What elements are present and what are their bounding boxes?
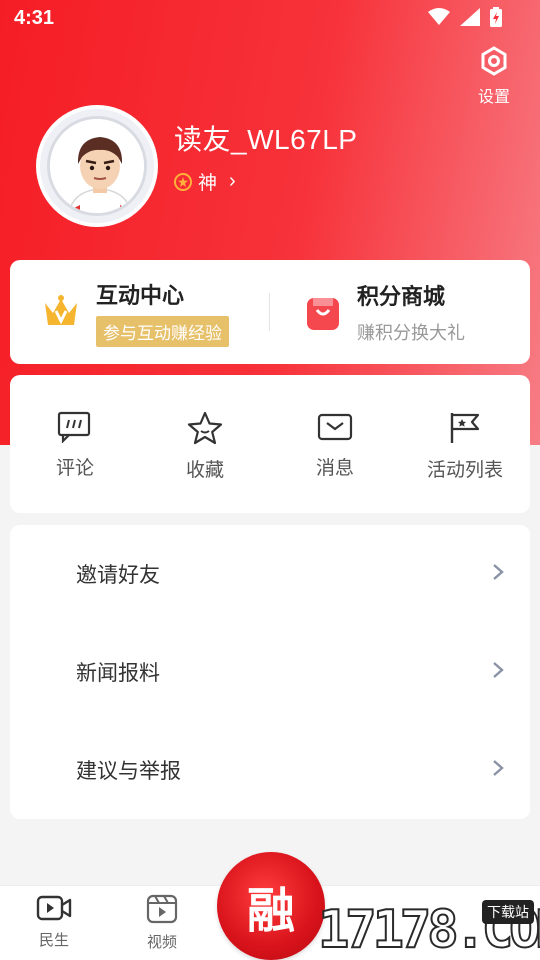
- wifi-icon: [428, 8, 450, 25]
- shopping-bag-icon: [307, 298, 339, 330]
- shortcut-activities[interactable]: 活动列表: [400, 375, 530, 513]
- quick-cards: 互动中心 参与互动赚经验 积分商城 赚积分换大礼: [10, 260, 530, 364]
- mail-icon: [317, 413, 353, 441]
- status-time: 4:31: [14, 7, 55, 29]
- menu-item-label: 新闻报料: [76, 662, 160, 685]
- menu-item-invite-friends[interactable]: 邀请好友: [10, 525, 530, 623]
- shortcut-label: 收藏: [185, 460, 224, 481]
- nav-label: 视频: [146, 934, 177, 951]
- shortcut-comments[interactable]: 评论: [10, 375, 140, 513]
- points-mall-card[interactable]: 积分商城 赚积分换大礼: [305, 260, 465, 364]
- watermark: 17178.COM 下载站: [317, 892, 540, 960]
- avatar-image: [47, 116, 147, 216]
- shortcut-label: 消息: [315, 458, 354, 479]
- shortcut-label: 活动列表: [426, 460, 503, 481]
- nav-tab-minsheng[interactable]: 民生: [24, 894, 84, 950]
- menu-item-feedback-report[interactable]: 建议与举报: [10, 721, 530, 819]
- chevron-right-icon: [493, 564, 504, 580]
- menu-item-label: 建议与举报: [76, 760, 181, 783]
- status-bar: 4:31: [0, 0, 540, 36]
- comment-icon: [57, 411, 91, 443]
- points-mall-subtitle: 赚积分换大礼: [357, 323, 465, 343]
- chevron-right-icon: [493, 760, 504, 776]
- card-divider: [269, 293, 270, 331]
- star-icon: [187, 411, 223, 445]
- flag-icon: [450, 413, 480, 443]
- settings-label: 设置: [477, 89, 510, 106]
- chevron-right-icon: ›: [229, 170, 236, 192]
- level-label: 神: [198, 173, 218, 194]
- shortcut-favorites[interactable]: 收藏: [140, 375, 270, 513]
- settings-button[interactable]: 设置: [474, 46, 514, 107]
- menu-list: 邀请好友 新闻报料 建议与举报: [10, 525, 530, 819]
- gear-icon: [481, 46, 507, 76]
- interaction-center-tag: 参与互动赚经验: [96, 315, 229, 347]
- nav-center-button[interactable]: 融: [217, 852, 325, 960]
- status-icons: [428, 7, 502, 27]
- signal-icon: [460, 8, 480, 26]
- menu-item-label: 邀请好友: [76, 564, 160, 587]
- menu-item-news-tips[interactable]: 新闻报料: [10, 623, 530, 721]
- user-level[interactable]: 神 ›: [174, 168, 236, 195]
- chevron-right-icon: [493, 662, 504, 678]
- shortcut-label: 评论: [55, 458, 94, 479]
- watermark-badge: 下载站: [482, 900, 534, 924]
- battery-icon: [490, 7, 502, 27]
- level-star-icon: [174, 172, 192, 191]
- nav-tab-video[interactable]: 视频: [132, 894, 192, 952]
- points-mall-title: 积分商城: [357, 284, 446, 309]
- nav-label: 民生: [38, 932, 69, 949]
- username[interactable]: 读友_WL67LP: [174, 118, 357, 158]
- avatar[interactable]: [36, 105, 158, 227]
- video-camera-icon: [36, 895, 72, 921]
- shortcut-messages[interactable]: 消息: [270, 375, 400, 513]
- play-icon: [146, 894, 178, 924]
- shortcut-grid: 评论 收藏 消息 活动列表: [10, 375, 530, 513]
- crown-icon: [45, 295, 77, 325]
- interaction-center-title: 互动中心: [96, 282, 185, 308]
- interaction-center-card[interactable]: 互动中心 参与互动赚经验: [42, 260, 229, 364]
